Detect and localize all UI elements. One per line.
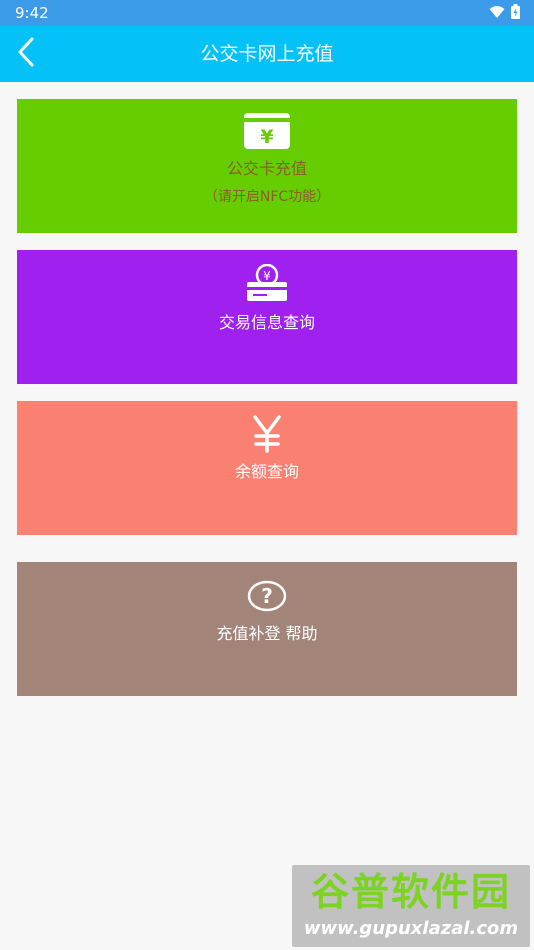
tile-sublabel: （请开启NFC功能） [203, 189, 331, 205]
card-recharge-tile[interactable]: ¥ 公交卡充值 （请开启NFC功能） [17, 99, 517, 233]
svg-text:¥: ¥ [263, 269, 271, 283]
app-bar: 公交卡网上充值 [0, 26, 534, 82]
status-bar: 9:42 [0, 0, 534, 26]
tile-label: 交易信息查询 [218, 313, 315, 332]
tile-label: 公交卡充值 [226, 159, 307, 178]
watermark-title: 谷普软件园 [310, 870, 511, 914]
watermark: 谷普软件园 www.gupuxlazal.com [292, 865, 530, 947]
yen-card-icon: ¥ [17, 113, 517, 149]
watermark-url: www.gupuxlazal.com [303, 918, 519, 939]
status-time: 9:42 [15, 4, 49, 22]
help-circle-icon: ? [17, 580, 517, 612]
svg-text:?: ? [261, 584, 273, 608]
tile-label: 余额查询 [234, 462, 299, 481]
balance-query-tile[interactable]: 余额查询 [17, 401, 517, 535]
tile-label: 充值补登 帮助 [216, 624, 318, 643]
svg-text:¥: ¥ [260, 126, 273, 148]
status-icons [489, 3, 520, 23]
supplement-help-tile[interactable]: ? 充值补登 帮助 [17, 562, 517, 696]
yen-icon [17, 413, 517, 453]
wifi-icon [489, 4, 505, 23]
page-title: 公交卡网上充值 [200, 43, 334, 65]
back-button[interactable] [8, 36, 44, 72]
transaction-query-tile[interactable]: ¥ 交易信息查询 [17, 250, 517, 384]
yen-coin-tray-icon: ¥ [17, 264, 517, 302]
battery-icon [511, 3, 520, 23]
chevron-left-icon [17, 37, 35, 71]
